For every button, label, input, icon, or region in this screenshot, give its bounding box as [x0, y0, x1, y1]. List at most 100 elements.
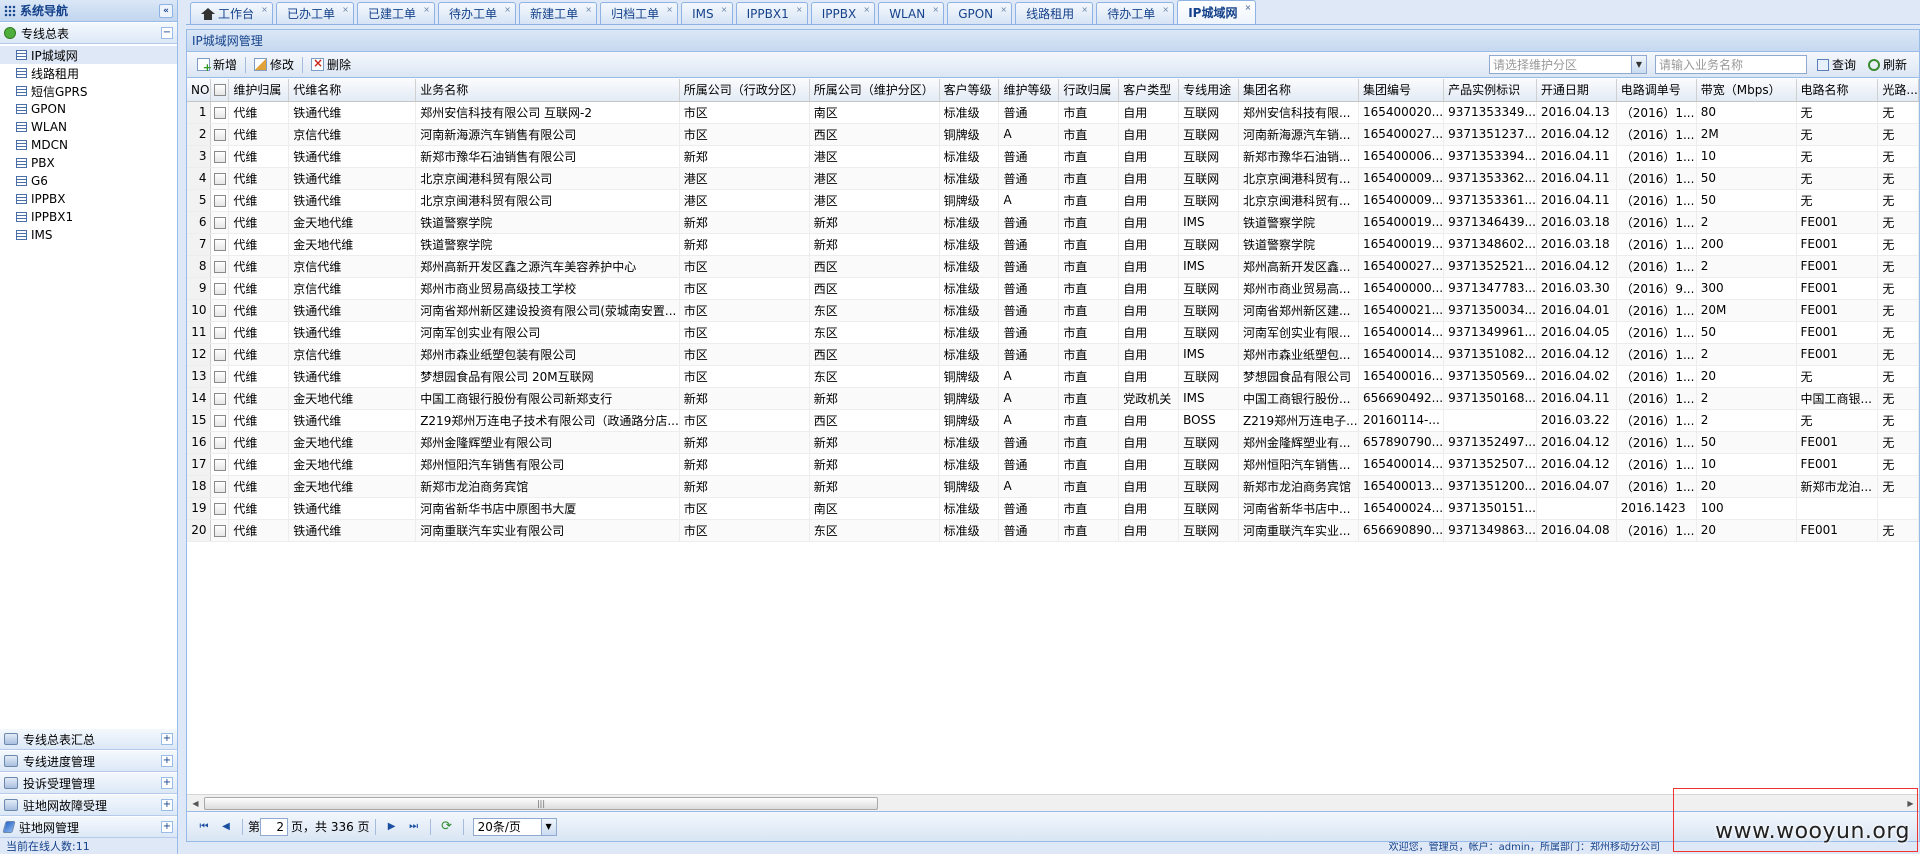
close-icon[interactable]: × [260, 6, 269, 15]
accordion-header-zhuanxian[interactable]: 专线总表 − [0, 22, 177, 44]
checkbox[interactable] [213, 260, 226, 273]
business-name-search-input[interactable] [1654, 55, 1807, 74]
table-row[interactable]: 15 代维 铁通代维 Z219郑州万连电子技术有限公司（政通路分店... 市区 西区 铜牌级… [187, 409, 1919, 432]
table-row[interactable]: 2 代维 京信代维 河南新海源汽车销售有限公司 市区 西区 铜牌级 A 市直 自用 互联网 河南新海源… [187, 123, 1919, 146]
tab[interactable]: IPPBX1 × [735, 2, 808, 24]
close-icon[interactable]: × [503, 6, 512, 15]
edit-button[interactable]: 修改 [248, 55, 300, 75]
table-row[interactable]: 16 代维 金天地代维 郑州金隆辉塑业有限公司 新郑 新郑 标准级 普通 市直 自用 互联网 郑州金隆… [187, 431, 1919, 454]
tree-item[interactable]: PBX [0, 154, 177, 172]
row-checkbox-cell[interactable] [210, 453, 230, 476]
column-header[interactable]: 集团编号 [1358, 79, 1445, 102]
accordion-header[interactable]: 专线进度管理 + [0, 750, 177, 772]
prev-page-icon[interactable]: ◀ [218, 819, 234, 835]
column-header[interactable]: 所属公司（维护分区） [809, 79, 940, 102]
add-button[interactable]: 新增 [191, 55, 243, 75]
table-row[interactable]: 14 代维 金天地代维 中国工商银行股份有限公司新郑支行 新郑 新郑 铜牌级 A 市直 党政机关 I… [187, 387, 1919, 410]
reload-icon[interactable]: ⟳ [439, 819, 455, 835]
horizontal-scrollbar[interactable]: ◀ ||| ▶ [187, 794, 1919, 811]
tree-item[interactable]: IP城域网 [0, 46, 177, 64]
page-number-input[interactable] [260, 817, 289, 836]
row-checkbox-cell[interactable] [210, 211, 230, 234]
tree-item[interactable]: IPPBX1 [0, 208, 177, 226]
tab[interactable]: 新建工单 × [519, 2, 598, 24]
column-header[interactable]: 维护归属 [228, 79, 290, 102]
row-checkbox-cell[interactable] [210, 233, 230, 256]
column-header[interactable]: 带宽（Mbps） [1696, 79, 1797, 102]
checkbox[interactable] [213, 370, 226, 383]
close-icon[interactable]: × [422, 6, 431, 15]
checkbox[interactable] [213, 194, 226, 207]
row-checkbox-cell[interactable] [210, 123, 230, 146]
tab[interactable]: WLAN × [878, 2, 945, 24]
close-icon[interactable]: × [795, 6, 804, 15]
row-checkbox-cell[interactable] [210, 321, 230, 344]
row-checkbox-cell[interactable] [210, 519, 230, 542]
checkbox[interactable] [213, 326, 226, 339]
checkbox[interactable] [213, 458, 226, 471]
tab[interactable]: 待办工单 × [438, 2, 517, 24]
tab[interactable]: 归档工单 × [600, 2, 679, 24]
scroll-right-icon[interactable]: ▶ [1902, 795, 1919, 812]
close-icon[interactable]: × [665, 6, 674, 15]
row-checkbox-cell[interactable] [210, 497, 230, 520]
tab[interactable]: GPON × [947, 2, 1013, 24]
scroll-thumb[interactable]: ||| [204, 796, 878, 810]
checkbox[interactable] [213, 84, 226, 97]
checkbox[interactable] [213, 216, 226, 229]
row-checkbox-cell[interactable] [210, 189, 230, 212]
delete-button[interactable]: 删除 [305, 55, 357, 75]
column-header[interactable]: 电路调单号 [1616, 79, 1697, 102]
tab[interactable]: 线路租用 × [1015, 2, 1094, 24]
row-checkbox-cell[interactable] [210, 409, 230, 432]
close-icon[interactable]: × [999, 6, 1008, 15]
collapse-icon[interactable]: − [161, 27, 173, 39]
tree-item[interactable]: IPPBX [0, 190, 177, 208]
table-row[interactable]: 9 代维 京信代维 郑州市商业贸易高级技工学校 市区 西区 标准级 普通 市直 自用 互联网 郑州市商… [187, 277, 1919, 300]
checkbox[interactable] [213, 480, 226, 493]
collapse-sidebar-button[interactable]: « [159, 3, 173, 18]
table-row[interactable]: 17 代维 金天地代维 郑州恒阳汽车销售有限公司 新郑 新郑 标准级 普通 市直 自用 互联网 郑州恒… [187, 453, 1919, 476]
table-row[interactable]: 20 代维 铁通代维 河南重联汽车实业有限公司 市区 东区 标准级 普通 市直 自用 互联网 河南重联… [187, 519, 1919, 542]
column-header[interactable]: 行政归属 [1058, 79, 1120, 102]
accordion-header[interactable]: 驻地网管理 + [0, 816, 177, 838]
row-checkbox-cell[interactable] [210, 365, 230, 388]
row-checkbox-cell[interactable] [210, 255, 230, 278]
column-header[interactable]: 产品实例标识 [1443, 79, 1537, 102]
table-row[interactable]: 3 代维 铁通代维 新郑市豫华石油销售有限公司 新郑 港区 标准级 普通 市直 自用 互联网 新郑市豫… [187, 145, 1919, 168]
expand-icon[interactable]: + [161, 755, 173, 767]
row-checkbox-cell[interactable] [210, 101, 230, 124]
column-header[interactable]: 维护等级 [998, 79, 1060, 102]
checkbox[interactable] [213, 436, 226, 449]
table-row[interactable]: 10 代维 铁通代维 河南省郑州新区建设投资有限公司(荥城南安置... 市区 东区 标准级普… [187, 299, 1919, 322]
expand-icon[interactable]: + [161, 777, 173, 789]
table-row[interactable]: 8 代维 京信代维 郑州高新开发区鑫之源汽车美容养护中心 市区 西区 标准级 普通 市直 自用 IM… [187, 255, 1919, 278]
scroll-left-icon[interactable]: ◀ [187, 795, 204, 812]
column-header[interactable]: 光路... [1877, 79, 1919, 102]
checkbox[interactable] [213, 128, 226, 141]
table-row[interactable]: 18 代维 金天地代维 新郑市龙泊商务宾馆 新郑 新郑 铜牌级 A 市直 自用 互联网 新郑市龙泊商务… [187, 475, 1919, 498]
refresh-button[interactable]: 刷新 [1862, 55, 1913, 75]
checkbox[interactable] [213, 304, 226, 317]
checkbox[interactable] [213, 414, 226, 427]
column-header[interactable]: 集团名称 [1238, 79, 1359, 102]
chevron-down-icon[interactable]: ▼ [1630, 56, 1646, 73]
checkbox[interactable] [213, 524, 226, 537]
checkbox[interactable] [213, 502, 226, 515]
close-icon[interactable]: × [931, 6, 940, 15]
expand-icon[interactable]: + [161, 733, 173, 745]
column-header[interactable]: 客户等级 [939, 79, 1000, 102]
tree-item[interactable]: MDCN [0, 136, 177, 154]
tree-item[interactable]: 短信GPRS [0, 82, 177, 100]
column-header[interactable]: 专线用途 [1178, 79, 1239, 102]
row-checkbox-cell[interactable] [210, 299, 230, 322]
column-header[interactable]: 代维名称 [288, 79, 417, 102]
expand-icon[interactable]: + [161, 821, 173, 833]
row-checkbox-cell[interactable] [210, 475, 230, 498]
tree-item[interactable]: GPON [0, 100, 177, 118]
checkbox[interactable] [213, 392, 226, 405]
row-checkbox-cell[interactable] [210, 277, 230, 300]
table-row[interactable]: 1 代维 铁通代维 郑州安信科技有限公司 互联网-2 市区 南区 标准级 普通 市直 自用 互联网郑… [187, 101, 1919, 124]
row-checkbox-cell[interactable] [210, 167, 230, 190]
table-row[interactable]: 6 代维 金天地代维 铁道警察学院 新郑 新郑 标准级 普通 市直 自用 IMS 铁道警察学院 1654… [187, 211, 1919, 234]
